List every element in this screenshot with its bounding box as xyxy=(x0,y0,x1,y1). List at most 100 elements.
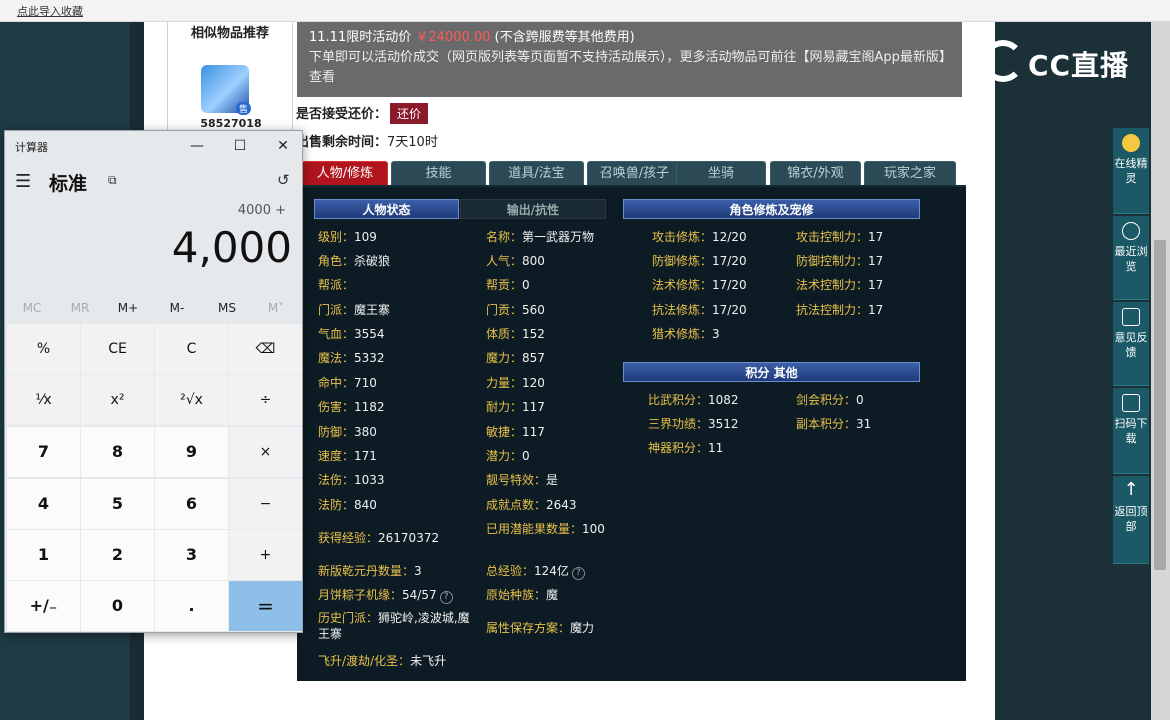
stat-row: 成就点数：2643 xyxy=(486,498,577,512)
stat-row: 门派：魔王寨 xyxy=(318,303,391,317)
sidebar-recent[interactable]: 最近浏览 xyxy=(1113,216,1149,300)
bookmark-bar: 点此导入收藏 xyxy=(0,0,1170,22)
bargain-button[interactable]: 还价 xyxy=(390,103,429,124)
square-button[interactable]: x² xyxy=(81,375,154,425)
remaining-time: 出售剩余时间：7天10时 xyxy=(296,135,438,150)
memory-store-button[interactable]: MS xyxy=(203,301,251,315)
total-exp-row: 总经验：124亿? xyxy=(486,562,585,580)
stat-row: 魔法：5332 xyxy=(318,351,385,365)
digit-0-button[interactable]: 0 xyxy=(81,581,154,631)
points-row: 神器积分：11 xyxy=(648,441,724,455)
sidebar-feedback[interactable]: 意见反馈 xyxy=(1113,302,1149,386)
digit-8-button[interactable]: 8 xyxy=(81,427,154,477)
decimal-button[interactable]: . xyxy=(155,581,228,631)
top-icon: ↑ xyxy=(1123,479,1139,500)
calculator-title: 计算器 xyxy=(15,141,48,154)
tab-pets[interactable]: 召唤兽/孩子 xyxy=(587,161,682,185)
sidebar-back-to-top[interactable]: ↑ 返回顶部 xyxy=(1113,476,1149,564)
points-row: 比武积分：1082 xyxy=(648,393,739,407)
tab-character[interactable]: 人物/修炼 xyxy=(302,161,388,185)
stat-row: 防御：380 xyxy=(318,425,377,439)
similar-items-title: 相似物品推荐 xyxy=(190,26,269,41)
mooncake-row: 月饼粽子机缘：54/57? xyxy=(318,586,453,604)
promo-line1: 11.11限时活动价 ￥24000.00 (不含跨服费等其他费用) xyxy=(309,30,635,45)
points-header: 积分 其他 xyxy=(623,362,920,382)
divide-button[interactable]: ÷ xyxy=(229,375,302,425)
digit-4-button[interactable]: 4 xyxy=(7,479,80,529)
clear-button[interactable]: C xyxy=(155,324,228,374)
maximize-icon[interactable]: ☐ xyxy=(225,135,255,157)
import-bookmarks-link[interactable]: 点此导入收藏 xyxy=(17,3,83,19)
calculator-window: 计算器 — ☐ ✕ ☰ 标准 ⧉ ↺ 4000 + 4,000 MC MR M+… xyxy=(4,130,303,633)
qianyuan-row: 新版乾元丹数量：3 xyxy=(318,564,422,578)
tab-mounts[interactable]: 坐骑 xyxy=(676,161,766,185)
digit-2-button[interactable]: 2 xyxy=(81,530,154,580)
equals-button[interactable]: = xyxy=(229,581,302,631)
calculator-display: 4,000 xyxy=(171,223,292,272)
memory-add-button[interactable]: M+ xyxy=(104,301,152,315)
digit-1-button[interactable]: 1 xyxy=(7,530,80,580)
percent-button[interactable]: % xyxy=(7,324,80,374)
similar-item-avatar[interactable]: 售 xyxy=(201,65,251,115)
reciprocal-button[interactable]: ¹⁄x xyxy=(7,375,80,425)
cult-row: 抗法控制力：17 xyxy=(796,303,884,317)
digit-5-button[interactable]: 5 xyxy=(81,479,154,529)
keep-on-top-icon[interactable]: ⧉ xyxy=(108,173,117,188)
stat-row: 命中：710 xyxy=(318,376,377,390)
negate-button[interactable]: +/₋ xyxy=(7,581,80,631)
character-panel: 人物状态 输出/抗性 角色修炼及宠修 积分 其他 级别：109 角色：杀破狼 帮… xyxy=(297,185,966,681)
cult-row: 攻击修炼：12/20 xyxy=(652,230,747,244)
memory-recall-button[interactable]: MR xyxy=(56,301,104,315)
output-resist-header[interactable]: 输出/抗性 xyxy=(460,199,606,219)
help-icon[interactable]: ? xyxy=(571,567,585,580)
add-button[interactable]: + xyxy=(229,530,302,580)
stat-row: 敏捷：117 xyxy=(486,425,545,439)
stat-row: 潜力：0 xyxy=(486,449,530,463)
tab-skills[interactable]: 技能 xyxy=(391,161,486,185)
sidebar-online-assistant[interactable]: 在线精灵 xyxy=(1113,128,1149,214)
tab-home[interactable]: 玩家之家 xyxy=(864,161,956,185)
stat-row: 魔力：857 xyxy=(486,351,545,365)
similar-item-id[interactable]: 58527018 xyxy=(168,117,294,130)
scrollbar-thumb[interactable] xyxy=(1154,240,1166,570)
cult-row: 抗法修炼：17/20 xyxy=(652,303,747,317)
square-root-button[interactable]: ²√x xyxy=(155,375,228,425)
feedback-icon xyxy=(1122,308,1140,326)
cc-live-logo: CC直播 xyxy=(982,38,1142,84)
memory-list-button[interactable]: M˅ xyxy=(252,301,300,315)
subtract-button[interactable]: − xyxy=(229,479,302,529)
sidebar-qr-download[interactable]: 扫码下载 xyxy=(1113,388,1149,474)
exp-row: 获得经验：26170372 xyxy=(318,531,440,545)
backspace-button[interactable]: ⌫ xyxy=(229,324,302,374)
multiply-button[interactable]: × xyxy=(229,427,302,477)
history-icon[interactable]: ↺ xyxy=(277,171,290,189)
help-icon[interactable]: ? xyxy=(439,591,453,604)
points-row: 副本积分：31 xyxy=(796,417,872,431)
digit-6-button[interactable]: 6 xyxy=(155,479,228,529)
similar-items-panel: 相似物品推荐 售 58527018 xyxy=(167,22,293,132)
calculator-expression: 4000 + xyxy=(237,203,286,218)
stat-row: 靓号特效：是 xyxy=(486,473,559,487)
tab-outfits[interactable]: 锦衣/外观 xyxy=(770,161,861,185)
cult-row: 法术控制力：17 xyxy=(796,278,884,292)
promo-banner: 11.11限时活动价 ￥24000.00 (不含跨服费等其他费用) 下单即可以活… xyxy=(297,22,962,97)
hamburger-menu-icon[interactable]: ☰ xyxy=(15,171,31,192)
memory-subtract-button[interactable]: M- xyxy=(153,301,201,315)
digit-9-button[interactable]: 9 xyxy=(155,427,228,477)
cult-row: 法术修炼：17/20 xyxy=(652,278,747,292)
status-header[interactable]: 人物状态 xyxy=(314,199,459,219)
digit-3-button[interactable]: 3 xyxy=(155,530,228,580)
stat-row: 门贡：560 xyxy=(486,303,545,317)
stat-row: 帮贡：0 xyxy=(486,278,530,292)
calculator-mode: 标准 xyxy=(49,173,88,195)
close-icon[interactable]: ✕ xyxy=(268,135,298,157)
cult-row: 猎术修炼：3 xyxy=(652,327,720,341)
qr-icon xyxy=(1122,394,1140,412)
memory-clear-button[interactable]: MC xyxy=(8,301,56,315)
tab-items[interactable]: 道具/法宝 xyxy=(489,161,584,185)
minimize-icon[interactable]: — xyxy=(182,135,212,157)
stat-row: 级别：109 xyxy=(318,230,377,244)
digit-7-button[interactable]: 7 xyxy=(7,427,80,477)
stat-row: 帮派： xyxy=(318,278,355,292)
clear-entry-button[interactable]: CE xyxy=(81,324,154,374)
